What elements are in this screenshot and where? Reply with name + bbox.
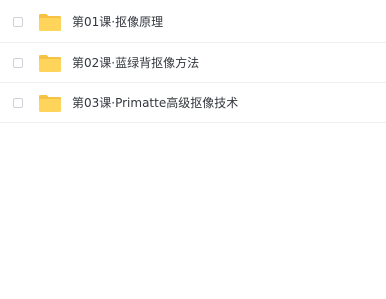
list-item[interactable]: 第02课·蓝绿背抠像方法 <box>0 43 386 83</box>
file-list: 第01课·抠像原理 第02课·蓝绿背抠像方法 第03课·Primatte高级抠像… <box>0 0 386 123</box>
file-name[interactable]: 第01课·抠像原理 <box>72 14 163 30</box>
list-item[interactable]: 第03课·Primatte高级抠像技术 <box>0 83 386 123</box>
folder-icon <box>38 94 62 113</box>
select-checkbox[interactable] <box>13 58 23 68</box>
select-checkbox[interactable] <box>13 98 23 108</box>
folder-icon <box>38 54 62 73</box>
file-name[interactable]: 第03课·Primatte高级抠像技术 <box>72 95 238 111</box>
select-checkbox[interactable] <box>13 17 23 27</box>
list-item[interactable]: 第01课·抠像原理 <box>0 0 386 43</box>
file-name[interactable]: 第02课·蓝绿背抠像方法 <box>72 55 199 71</box>
folder-icon <box>38 13 62 32</box>
